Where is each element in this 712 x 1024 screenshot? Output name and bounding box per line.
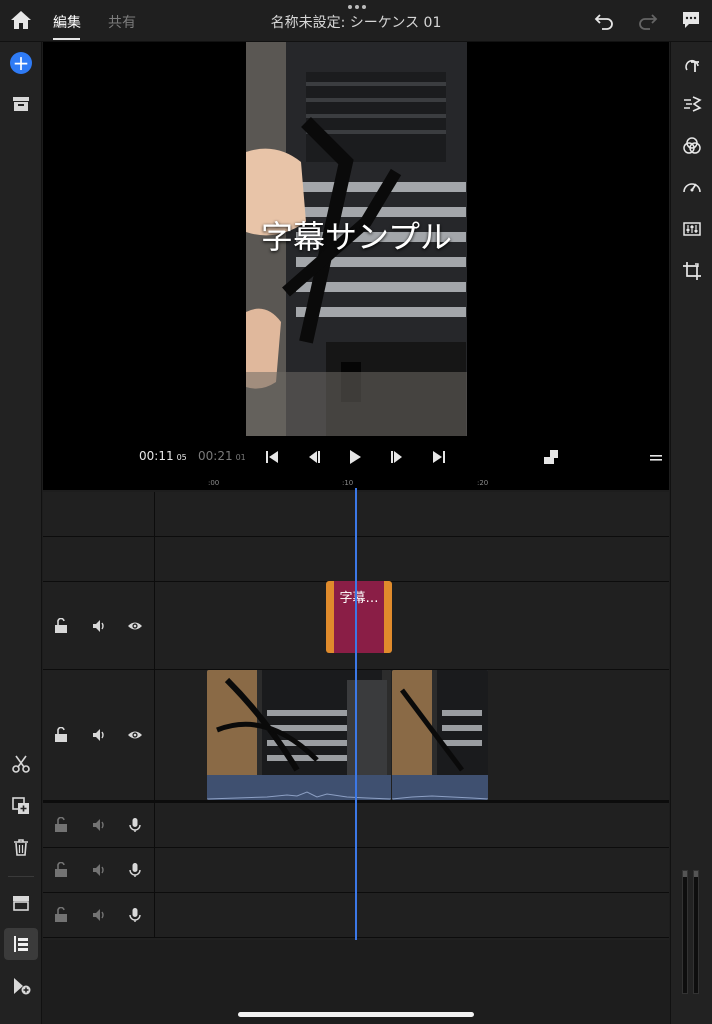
audio-level-meter-right (693, 870, 699, 994)
clip-thumbnail-strip (207, 670, 391, 775)
redo-icon[interactable] (638, 12, 658, 30)
add-track-icon[interactable] (11, 976, 31, 996)
play-icon (350, 450, 361, 464)
track-header (43, 848, 155, 892)
audio-waveform (392, 775, 488, 800)
audio-level-meter-left (682, 870, 688, 994)
equals-menu-icon (650, 455, 662, 461)
video-clip[interactable] (207, 670, 391, 800)
caption-overlay-text: 字幕サンプル (260, 218, 453, 256)
current-frames: 05 (176, 453, 187, 462)
transitions-icon[interactable] (682, 94, 702, 114)
step-forward-icon (391, 451, 402, 463)
audio-waveform (207, 775, 391, 800)
ruler-label-00: :00 (208, 479, 220, 487)
skip-start-icon (266, 451, 278, 463)
microphone-icon[interactable] (127, 817, 143, 833)
active-tab-indicator (53, 38, 80, 40)
volume-icon[interactable] (91, 907, 107, 923)
step-back-icon (309, 451, 320, 463)
color-icon[interactable] (682, 136, 702, 156)
right-toolbar (670, 42, 712, 1024)
skip-end-icon (433, 451, 445, 463)
video-preview: 字幕サンプル (246, 42, 467, 436)
ruler-label-20: :20 (477, 479, 489, 487)
microphone-icon[interactable] (127, 862, 143, 878)
media-bin-icon[interactable] (11, 94, 31, 114)
microphone-icon[interactable] (127, 907, 143, 923)
eye-icon[interactable] (127, 618, 143, 634)
viewer-menu-button[interactable] (647, 448, 665, 466)
comment-icon[interactable] (682, 11, 700, 29)
lock-open-icon[interactable] (53, 727, 69, 743)
lock-open-icon[interactable] (53, 618, 69, 634)
lock-open-icon[interactable] (53, 907, 69, 923)
go-to-start-button[interactable] (263, 448, 281, 466)
ruler-label-10: :10 (342, 479, 354, 487)
volume-icon[interactable] (91, 727, 107, 743)
track-header (43, 582, 155, 669)
home-indicator[interactable] (238, 1012, 474, 1017)
total-time: 00:21 (198, 449, 233, 463)
duplicate-clip-icon[interactable] (11, 796, 31, 816)
total-timecode: 00:21 01 (198, 449, 246, 463)
track-list-icon[interactable] (11, 934, 31, 954)
volume-icon[interactable] (91, 817, 107, 833)
volume-icon[interactable] (91, 618, 107, 634)
title-clip[interactable]: 字幕… (326, 581, 392, 653)
lock-open-icon[interactable] (53, 817, 69, 833)
current-time: 00:11 (139, 449, 174, 463)
playhead[interactable] (355, 488, 357, 940)
top-bar: 編集 共有 名称未設定: シーケンス 01 (0, 0, 712, 42)
fullscreen-icon (544, 450, 558, 464)
title-clip-label: 字幕… (339, 591, 379, 606)
trash-icon[interactable] (11, 837, 31, 857)
track-header (43, 803, 155, 847)
title-text-icon[interactable] (682, 54, 702, 74)
video-clip[interactable] (392, 670, 488, 800)
track-header (43, 492, 155, 536)
left-toolbar: + (0, 42, 42, 1024)
go-to-end-button[interactable] (430, 448, 448, 466)
speed-icon[interactable] (682, 177, 702, 197)
scissors-icon[interactable] (11, 754, 31, 774)
undo-icon[interactable] (594, 12, 614, 30)
archive-icon[interactable] (11, 893, 31, 913)
audio-mixer-icon[interactable] (682, 219, 702, 239)
program-monitor[interactable]: 字幕サンプル (43, 42, 669, 436)
step-forward-button[interactable] (388, 448, 406, 466)
play-button[interactable] (346, 448, 364, 466)
total-frames: 01 (235, 453, 246, 462)
more-dots-icon[interactable] (346, 4, 368, 10)
track-header (43, 537, 155, 581)
eye-icon[interactable] (127, 727, 143, 743)
track-header (43, 893, 155, 937)
fullscreen-button[interactable] (542, 448, 560, 466)
rail-divider (8, 876, 34, 877)
clip-thumbnail-strip (392, 670, 488, 775)
track-header (43, 670, 155, 800)
lock-open-icon[interactable] (53, 862, 69, 878)
step-back-button[interactable] (305, 448, 323, 466)
add-media-button[interactable]: + (10, 52, 32, 74)
current-timecode: 00:11 05 (139, 449, 187, 463)
volume-icon[interactable] (91, 862, 107, 878)
crop-icon[interactable] (682, 261, 702, 281)
